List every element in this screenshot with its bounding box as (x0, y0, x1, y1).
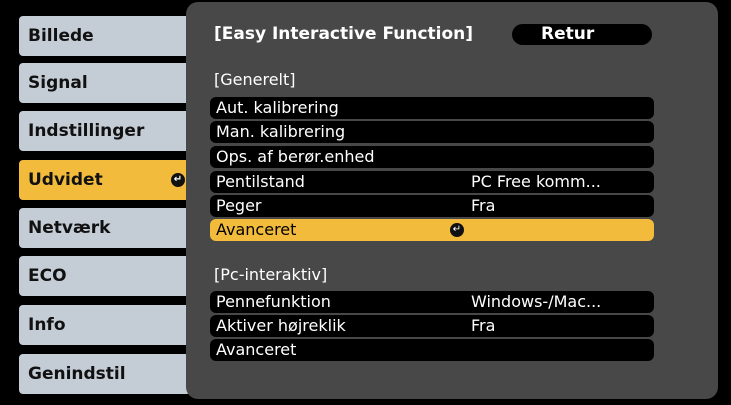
nav-item-label: Indstillinger (28, 121, 145, 141)
nav-item-label: Billede (28, 26, 94, 46)
row-label: Man. kalibrering (216, 122, 346, 141)
nav-item-udvidet[interactable]: Udvidet ↵ (19, 160, 191, 200)
nav-item-indstillinger[interactable]: Indstillinger (19, 111, 191, 151)
menu-row-pen-operation[interactable]: Pennefunktion Windows-/Mac... (210, 291, 654, 313)
nav-item-info[interactable]: Info (19, 305, 191, 345)
row-label: Ops. af berør.enhed (216, 147, 375, 166)
panel-title: [Easy Interactive Function] (214, 24, 474, 44)
menu-row-auto-calibration[interactable]: Aut. kalibrering (210, 97, 654, 119)
menu-row-touch-unit-setup[interactable]: Ops. af berør.enhed (210, 146, 654, 168)
row-value: Fra (471, 316, 496, 335)
back-button[interactable]: Retur (512, 24, 652, 45)
menu-row-advanced[interactable]: Avanceret ↵ (210, 219, 654, 241)
row-label: Pentilstand (216, 172, 305, 191)
nav-item-billede[interactable]: Billede (19, 16, 191, 56)
nav-item-label: Udvidet (28, 170, 103, 190)
section-heading-pc-interactive: [Pc-interaktiv] (214, 265, 328, 284)
nav-item-eco[interactable]: ECO (19, 256, 191, 296)
row-label: Pennefunktion (216, 292, 331, 311)
nav-item-signal[interactable]: Signal (19, 63, 191, 103)
nav-item-label: Info (28, 315, 66, 335)
enter-icon: ↵ (450, 223, 464, 237)
row-value: Windows-/Mac... (471, 292, 602, 311)
row-value: PC Free komm... (471, 172, 601, 191)
nav-item-label: Signal (28, 73, 88, 93)
nav-item-netvaerk[interactable]: Netværk (19, 208, 191, 248)
nav-item-label: Genindstil (28, 364, 126, 384)
menu-row-pen-mode[interactable]: Pentilstand PC Free komm... (210, 171, 654, 193)
nav-item-label: ECO (28, 266, 67, 286)
menu-row-enable-right-click[interactable]: Aktiver højreklik Fra (210, 315, 654, 337)
nav-item-genindstil[interactable]: Genindstil (19, 354, 191, 394)
row-label: Aktiver højreklik (216, 316, 346, 335)
menu-row-pointer[interactable]: Peger Fra (210, 195, 654, 217)
menu-row-manual-calibration[interactable]: Man. kalibrering (210, 121, 654, 143)
enter-icon: ↵ (171, 173, 185, 187)
menu-row-pc-advanced[interactable]: Avanceret (210, 339, 654, 361)
row-label: Avanceret (216, 340, 297, 359)
row-label: Aut. kalibrering (216, 98, 339, 117)
row-label: Avanceret (216, 220, 297, 239)
nav-item-label: Netværk (28, 218, 111, 238)
row-value: Fra (471, 196, 496, 215)
section-heading-general: [Generelt] (214, 70, 296, 89)
row-label: Peger (216, 196, 262, 215)
